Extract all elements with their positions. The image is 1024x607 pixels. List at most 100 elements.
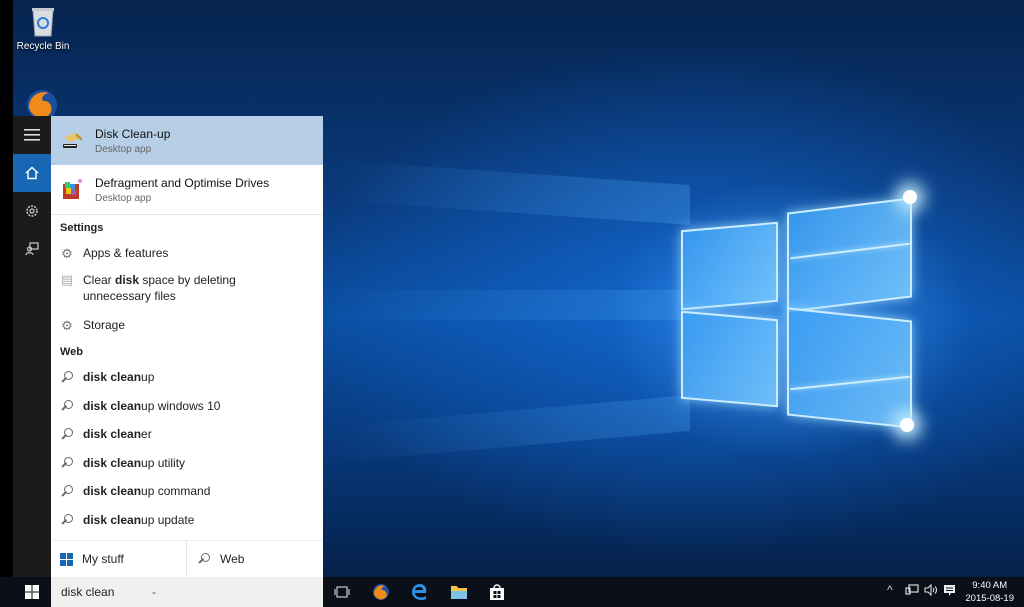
web-section-header: Web bbox=[60, 346, 84, 358]
suggestion-match: disk clean bbox=[83, 370, 142, 385]
search-icon bbox=[60, 427, 74, 441]
settings-result-label: Apps & features bbox=[83, 246, 169, 260]
settings-result-clear-disk-space[interactable]: ▤ Clear disk space by deleting unnecessa… bbox=[51, 267, 323, 311]
disk-cleanup-icon bbox=[61, 129, 85, 153]
suggestion-match: disk clean bbox=[83, 484, 142, 499]
task-view-button[interactable] bbox=[331, 582, 353, 602]
light-beam bbox=[330, 159, 690, 225]
screen-edge bbox=[0, 0, 13, 607]
web-suggestion[interactable]: disk clean er bbox=[51, 420, 323, 449]
search-box[interactable]: - bbox=[51, 577, 323, 607]
result-title: Disk Clean-up bbox=[95, 126, 171, 141]
clock-date: 2015-08-19 bbox=[965, 593, 1014, 604]
result-title: Defragment and Optimise Drives bbox=[95, 175, 270, 190]
suggestion-rest: up command bbox=[141, 484, 211, 499]
light-glow bbox=[903, 190, 917, 204]
task-view-icon bbox=[334, 586, 350, 598]
taskbar-store[interactable] bbox=[486, 582, 508, 602]
search-icon bbox=[60, 399, 74, 413]
volume-icon bbox=[924, 583, 938, 597]
windows-logo-icon bbox=[25, 585, 39, 599]
menu-button[interactable] bbox=[13, 116, 51, 154]
web-suggestion[interactable]: disk clean up bbox=[51, 363, 323, 392]
gear-icon: ⚙ bbox=[61, 245, 73, 261]
folder-icon bbox=[451, 586, 467, 599]
settings-result-label: Storage bbox=[83, 318, 126, 332]
result-defragment[interactable]: Defragment and Optimise Drives Desktop a… bbox=[51, 165, 323, 214]
result-disk-cleanup[interactable]: Disk Clean-up Desktop app bbox=[51, 116, 323, 165]
taskbar-firefox[interactable] bbox=[370, 582, 392, 602]
desktop-icon-label: Recycle Bin bbox=[16, 41, 70, 52]
suggestion-rest: up update bbox=[141, 512, 195, 527]
settings-result-storage[interactable]: ⚙ Storage bbox=[51, 311, 323, 339]
suggestion-rest: up utility bbox=[141, 455, 186, 470]
search-icon bbox=[60, 484, 74, 498]
suggestion-match: disk clean bbox=[83, 427, 142, 442]
hamburger-icon bbox=[24, 129, 40, 141]
web-suggestion[interactable]: disk clean up command bbox=[51, 477, 323, 506]
my-stuff-label: My stuff bbox=[82, 552, 124, 566]
gear-icon bbox=[26, 205, 38, 217]
settings-result-label: Clear disk space by deleting unnecessary… bbox=[83, 272, 303, 304]
light-beam bbox=[330, 395, 690, 463]
settings-result-apps-features[interactable]: ⚙ Apps & features bbox=[51, 239, 323, 267]
recycle-bin-icon bbox=[32, 8, 54, 37]
text-caret: - bbox=[152, 585, 156, 599]
windows-logo-pane bbox=[681, 221, 778, 311]
home-button[interactable] bbox=[13, 154, 51, 192]
windows-logo-pane bbox=[681, 310, 778, 408]
search-results-panel: Disk Clean-up Desktop app Defragment and… bbox=[51, 116, 323, 540]
windows-logo-pane bbox=[787, 307, 912, 429]
edge-icon bbox=[412, 584, 427, 601]
windows-logo-icon bbox=[60, 552, 73, 566]
taskbar-file-explorer[interactable] bbox=[448, 582, 470, 602]
feedback-button[interactable] bbox=[13, 230, 51, 268]
desktop-icon-recycle-bin[interactable]: Recycle Bin bbox=[13, 6, 73, 52]
volume-button[interactable] bbox=[924, 583, 938, 599]
my-stuff-button[interactable]: My stuff bbox=[51, 541, 187, 577]
light-glow bbox=[900, 418, 914, 432]
web-scope-label: Web bbox=[220, 552, 245, 566]
search-icon bbox=[60, 513, 74, 527]
suggestion-rest: up windows 10 bbox=[141, 398, 221, 413]
network-icon bbox=[905, 584, 919, 595]
result-subtitle: Desktop app bbox=[95, 192, 152, 204]
desktop-icon-firefox[interactable] bbox=[12, 88, 72, 120]
suggestion-rest: up bbox=[141, 370, 155, 385]
search-scope-bar: My stuff Web bbox=[51, 540, 323, 577]
suggestion-match: disk clean bbox=[83, 455, 142, 470]
web-suggestion[interactable]: disk clean up windows 10 bbox=[51, 392, 323, 421]
show-hidden-icons-button[interactable]: ^ bbox=[887, 583, 893, 597]
search-icon bbox=[197, 552, 211, 566]
search-icon bbox=[60, 456, 74, 470]
store-icon bbox=[490, 584, 504, 600]
start-nav-rail bbox=[13, 116, 51, 577]
taskbar-edge[interactable] bbox=[409, 582, 431, 602]
disk-cleanup-small-icon: ▤ bbox=[60, 272, 74, 287]
label-part: Clear bbox=[83, 273, 116, 287]
suggestion-match: disk clean bbox=[83, 512, 142, 527]
gear-icon: ⚙ bbox=[61, 317, 73, 333]
search-icon bbox=[60, 370, 74, 384]
light-beam bbox=[330, 290, 690, 320]
result-subtitle: Desktop app bbox=[95, 143, 152, 155]
web-scope-button[interactable]: Web bbox=[187, 541, 244, 577]
clock-time: 9:40 AM bbox=[972, 580, 1008, 591]
web-suggestion[interactable]: disk clean up update bbox=[51, 506, 323, 535]
home-icon bbox=[25, 166, 39, 180]
notification-icon bbox=[944, 585, 955, 596]
taskbar: - ^ bbox=[0, 577, 1024, 607]
settings-section-header: Settings bbox=[60, 222, 104, 234]
start-button[interactable] bbox=[13, 577, 51, 607]
defragment-icon bbox=[61, 178, 85, 202]
web-suggestion[interactable]: disk clean up utility bbox=[51, 449, 323, 478]
search-input[interactable] bbox=[61, 585, 146, 599]
suggestion-match: disk clean bbox=[83, 398, 142, 413]
network-button[interactable] bbox=[905, 584, 919, 599]
suggestion-rest: er bbox=[141, 427, 152, 442]
firefox-icon bbox=[373, 584, 389, 600]
label-highlight: disk bbox=[115, 273, 140, 287]
settings-button[interactable] bbox=[13, 192, 51, 230]
action-center-button[interactable] bbox=[943, 584, 956, 600]
clock[interactable]: 9:40 AM 2015-08-19 bbox=[965, 579, 1014, 605]
